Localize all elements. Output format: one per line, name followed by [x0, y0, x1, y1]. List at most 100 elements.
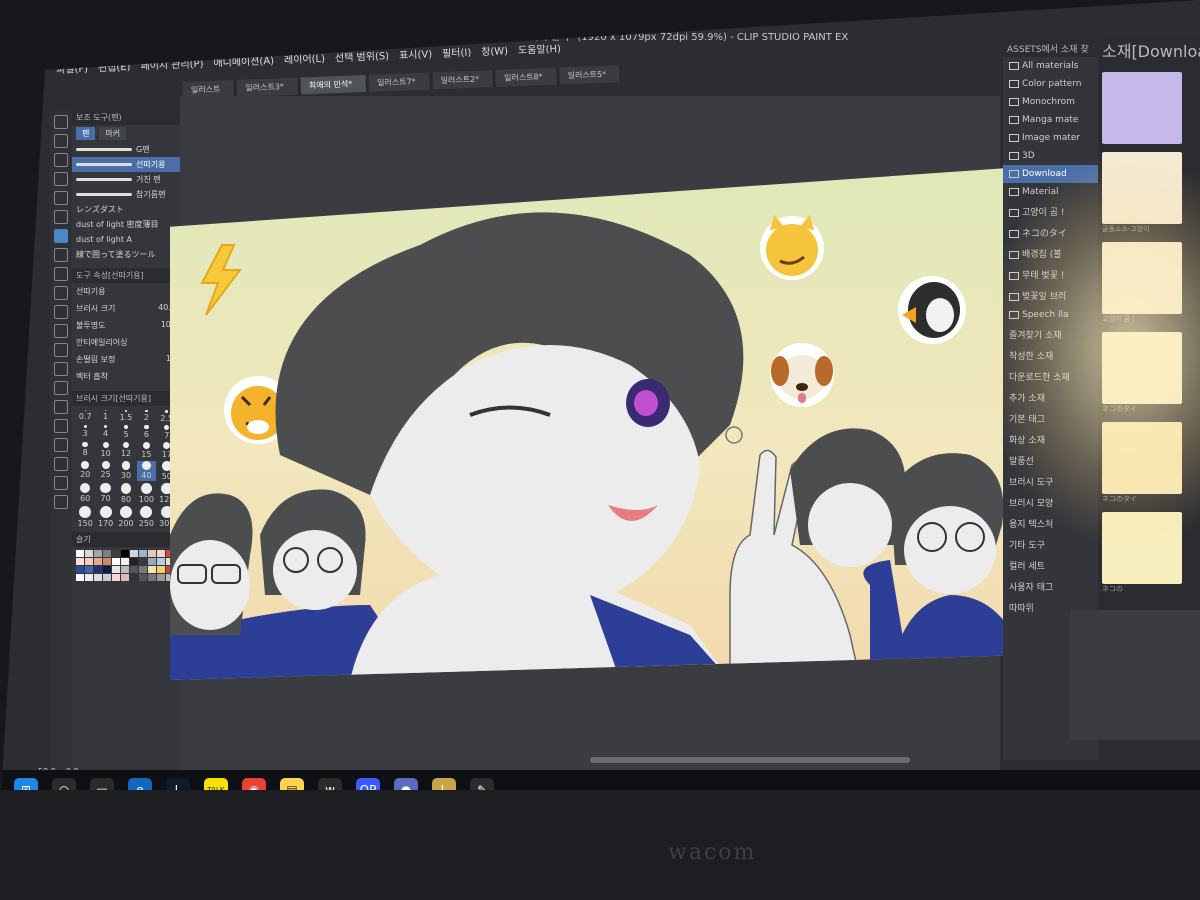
rotate-tool-icon[interactable]: [54, 134, 68, 148]
pencil-tool-icon[interactable]: [54, 248, 68, 262]
eyedropper-tool-icon[interactable]: [54, 210, 68, 224]
brush-item[interactable]: G펜: [72, 142, 180, 157]
assets-tree-item[interactable]: Image mater: [1003, 129, 1098, 147]
color-swatch[interactable]: [85, 566, 93, 574]
color-swatch[interactable]: [103, 566, 111, 574]
brush-size-option[interactable]: 0.7: [76, 410, 94, 423]
assets-tag-item[interactable]: 용지 텍스처: [1003, 513, 1098, 534]
lasso-tool-icon[interactable]: [54, 191, 68, 205]
color-swatch[interactable]: [112, 566, 120, 574]
zoom-tool-icon[interactable]: [54, 115, 68, 129]
brush-size-option[interactable]: 100: [137, 482, 155, 505]
brush-size-option[interactable]: 1.5: [117, 410, 135, 423]
brush-size-option[interactable]: 250: [137, 506, 155, 528]
prop-brush-size[interactable]: 브러시 크기 40.0: [72, 300, 180, 317]
material-thumbnail[interactable]: [1102, 242, 1182, 314]
assets-tree-item-selected[interactable]: Download: [1003, 165, 1098, 183]
prop-antialias[interactable]: 안티에일리어싱: [72, 334, 180, 351]
pen-tool-icon[interactable]: [54, 229, 68, 243]
assets-tree-item[interactable]: All materials: [1003, 57, 1098, 75]
color-swatch[interactable]: [103, 558, 111, 566]
color-swatch[interactable]: [121, 550, 129, 558]
color-swatch[interactable]: [121, 566, 129, 574]
assets-tag-item[interactable]: 말풍선: [1003, 450, 1098, 471]
brush-size-option[interactable]: 150: [76, 506, 94, 528]
color-swatch[interactable]: [76, 558, 84, 566]
brush-size-option[interactable]: 3: [76, 424, 94, 440]
color-swatch[interactable]: [85, 558, 93, 566]
doc-tab[interactable]: 일러스트7*: [368, 72, 432, 92]
assets-tag-item[interactable]: 작성한 소재: [1003, 345, 1098, 366]
menu-view[interactable]: 표시(V): [399, 45, 432, 61]
assets-search-header[interactable]: ASSETS에서 소재 찾: [1003, 40, 1098, 57]
brush-size-option[interactable]: 70: [96, 482, 114, 505]
artwork-canvas[interactable]: [170, 165, 1050, 680]
menu-animation[interactable]: 애니메이션(A): [213, 51, 274, 69]
color-swatch[interactable]: [148, 574, 156, 582]
brush-size-option[interactable]: 20: [76, 461, 94, 481]
material-thumbnail[interactable]: [1102, 332, 1182, 404]
color-swatch[interactable]: [94, 566, 102, 574]
text-tool-icon[interactable]: [54, 438, 68, 452]
assets-tree-item[interactable]: ネコのタイ: [1003, 222, 1098, 243]
color-swatch[interactable]: [139, 558, 147, 566]
doc-tab-active[interactable]: 최애의 민석*: [300, 74, 368, 95]
doc-tab[interactable]: 일러스트3*: [237, 77, 300, 97]
brush-size-option[interactable]: 40: [137, 461, 156, 481]
menu-help[interactable]: 도움말(H): [518, 39, 561, 56]
download-tab[interactable]: 소재[Download]: [1098, 36, 1200, 64]
assets-tag-item[interactable]: 브러시 도구: [1003, 471, 1098, 492]
color-swatch[interactable]: [94, 550, 102, 558]
subtool-tab-pen[interactable]: 펜: [76, 127, 96, 140]
eraser-tool-icon[interactable]: [54, 305, 68, 319]
select-tool-icon[interactable]: [54, 172, 68, 186]
color-swatch[interactable]: [112, 550, 120, 558]
figure-tool-icon[interactable]: [54, 381, 68, 395]
brush-item[interactable]: dust of light A: [72, 232, 180, 247]
material-thumbnail[interactable]: [1102, 152, 1182, 224]
color-swatch[interactable]: [130, 550, 138, 558]
assets-tag-item[interactable]: 기본 태그: [1003, 408, 1098, 429]
brush-size-option[interactable]: 10: [96, 441, 114, 459]
assets-tree-item[interactable]: Speech lla: [1003, 306, 1098, 324]
color-swatch[interactable]: [148, 550, 156, 558]
brush-size-option[interactable]: 12: [117, 441, 135, 459]
assets-tree-item[interactable]: 고양이 곰 !: [1003, 201, 1098, 222]
color-swatch[interactable]: [103, 574, 111, 582]
brush-tool-icon[interactable]: [54, 267, 68, 281]
color-swatch-icon[interactable]: [54, 495, 68, 509]
assets-tag-item[interactable]: 브러시 모양: [1003, 492, 1098, 513]
color-swatch[interactable]: [112, 558, 120, 566]
ruler-tool-icon[interactable]: [54, 419, 68, 433]
assets-tag-item[interactable]: 다운로드한 소재: [1003, 366, 1098, 387]
color-swatch[interactable]: [85, 550, 93, 558]
color-swatch[interactable]: [157, 566, 165, 574]
menu-file[interactable]: 파일(F): [56, 59, 88, 75]
assets-tag-item[interactable]: 추가 소재: [1003, 387, 1098, 408]
brush-item-selected[interactable]: 선따기용: [72, 157, 180, 172]
brush-item[interactable]: 참기름펜: [72, 187, 180, 202]
assets-tree-item[interactable]: Manga mate: [1003, 111, 1098, 129]
assets-tag-item[interactable]: 컬러 세트: [1003, 555, 1098, 576]
color-swatch[interactable]: [94, 574, 102, 582]
color-swatch[interactable]: [130, 566, 138, 574]
balloon-tool-icon[interactable]: [54, 457, 68, 471]
color-swatch[interactable]: [76, 574, 84, 582]
assets-tag-item[interactable]: 화상 소재: [1003, 429, 1098, 450]
brush-size-option[interactable]: 8: [76, 441, 94, 459]
brush-size-option[interactable]: 25: [96, 461, 114, 481]
correct-line-tool-icon[interactable]: [54, 476, 68, 490]
brush-size-option[interactable]: 1: [96, 410, 114, 423]
prop-opacity[interactable]: 불투명도 100: [72, 317, 180, 334]
menu-filter[interactable]: 필터(I): [442, 43, 472, 59]
color-swatch[interactable]: [139, 566, 147, 574]
brush-size-option[interactable]: 6: [137, 424, 155, 440]
assets-tree-item[interactable]: Monochrom: [1003, 93, 1098, 111]
assets-tag-item[interactable]: 즐겨찾기 소재: [1003, 324, 1098, 345]
color-swatch[interactable]: [76, 566, 84, 574]
assets-tag-item[interactable]: 기타 도구: [1003, 534, 1098, 555]
assets-tree-item[interactable]: 벚꽃잎 브러: [1003, 285, 1098, 306]
assets-tree-item[interactable]: Color pattern: [1003, 75, 1098, 93]
color-swatch[interactable]: [157, 550, 165, 558]
brush-item[interactable]: 線で囲って塗るツール: [72, 247, 180, 262]
